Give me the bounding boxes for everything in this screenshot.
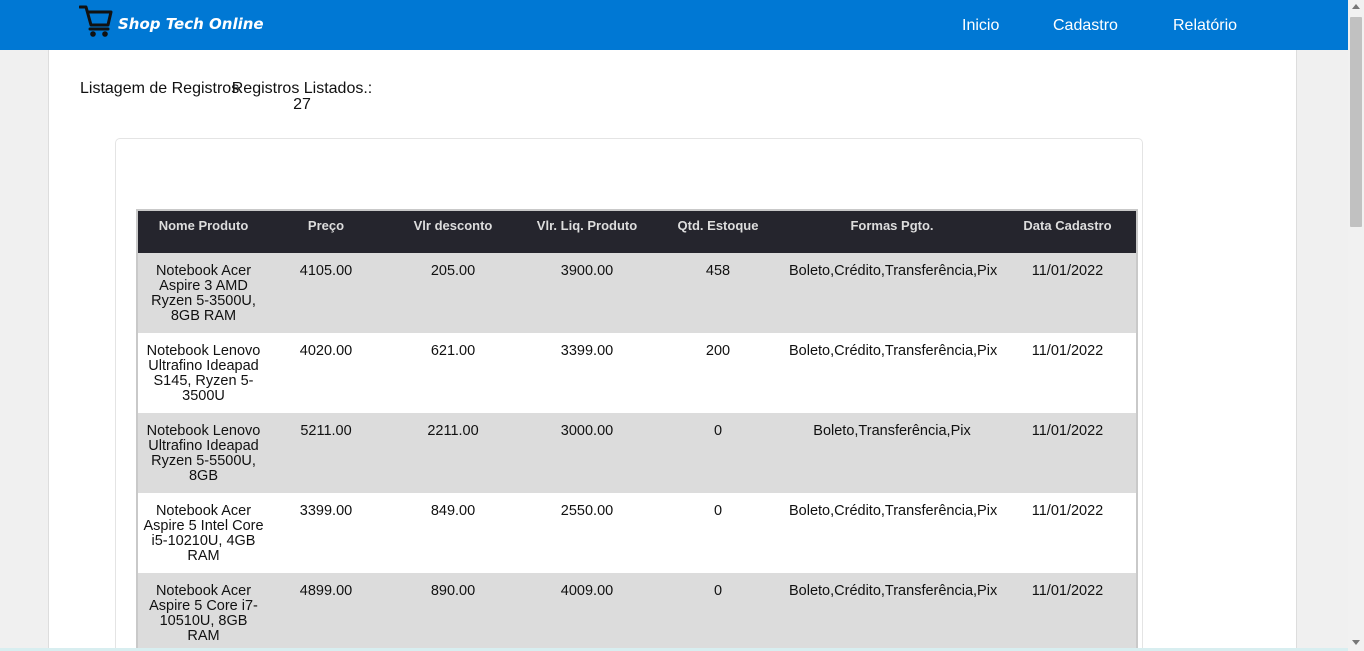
cell-nome-produto: Notebook Lenovo Ultrafino Ideapad Ryzen …: [137, 413, 269, 493]
col-header-preco: Preço: [269, 210, 383, 253]
vertical-scrollbar[interactable]: [1348, 0, 1364, 651]
cell-preco: 3399.00: [269, 493, 383, 573]
record-count-value: 27: [293, 96, 311, 113]
cell-formas-pgto: Boleto,Crédito,Transferência,Pix: [785, 333, 999, 413]
cell-vlr-liq: 3399.00: [523, 333, 651, 413]
cell-nome-produto: Notebook Acer Aspire 5 Intel Core i5-102…: [137, 493, 269, 573]
cell-vlr-desconto: 621.00: [383, 333, 523, 413]
cell-preco: 4105.00: [269, 253, 383, 333]
records-table: Nome Produto Preço Vlr desconto Vlr. Liq…: [136, 209, 1138, 651]
cell-formas-pgto: Boleto,Crédito,Transferência,Pix: [785, 253, 999, 333]
cell-nome-produto: Notebook Acer Aspire 5 Core i7-10510U, 8…: [137, 573, 269, 651]
scrollbar-thumb[interactable]: [1350, 17, 1362, 227]
cell-formas-pgto: Boleto,Crédito,Transferência,Pix: [785, 493, 999, 573]
scroll-up-arrow-icon[interactable]: [1352, 4, 1360, 9]
cell-preco: 5211.00: [269, 413, 383, 493]
cell-data-cadastro: 11/01/2022: [999, 493, 1137, 573]
brand[interactable]: Shop Tech Online: [79, 3, 264, 39]
cell-vlr-liq: 2550.00: [523, 493, 651, 573]
cell-qtd-estoque: 0: [651, 493, 785, 573]
cell-qtd-estoque: 200: [651, 333, 785, 413]
nav-cadastro[interactable]: Cadastro: [1053, 17, 1118, 35]
cell-data-cadastro: 11/01/2022: [999, 413, 1137, 493]
cell-vlr-desconto: 2211.00: [383, 413, 523, 493]
cell-vlr-desconto: 205.00: [383, 253, 523, 333]
shopping-cart-icon: [79, 5, 113, 37]
nav-relatorio[interactable]: Relatório: [1173, 17, 1237, 35]
main-container: Listagem de Registros Registros Listados…: [48, 50, 1297, 651]
col-header-vlr-desconto: Vlr desconto: [383, 210, 523, 253]
cell-qtd-estoque: 0: [651, 413, 785, 493]
col-header-data-cadastro: Data Cadastro: [999, 210, 1137, 253]
table-row: Notebook Acer Aspire 5 Core i7-10510U, 8…: [137, 573, 1137, 651]
table-row: Notebook Acer Aspire 3 AMD Ryzen 5-3500U…: [137, 253, 1137, 333]
page-title: Listagem de Registros: [80, 80, 240, 97]
cell-data-cadastro: 11/01/2022: [999, 253, 1137, 333]
top-navbar: Shop Tech Online Inicio Cadastro Relatór…: [0, 0, 1348, 50]
cell-vlr-liq: 3000.00: [523, 413, 651, 493]
cell-formas-pgto: Boleto,Crédito,Transferência,Pix: [785, 573, 999, 651]
record-count: Registros Listados.: 27: [225, 81, 379, 113]
cell-preco: 4899.00: [269, 573, 383, 651]
brand-name: Shop Tech Online: [118, 15, 264, 33]
cell-formas-pgto: Boleto,Transferência,Pix: [785, 413, 999, 493]
table-row: Notebook Lenovo Ultrafino Ideapad Ryzen …: [137, 413, 1137, 493]
col-header-vlr-liq-produto: Vlr. Liq. Produto: [523, 210, 651, 253]
cell-preco: 4020.00: [269, 333, 383, 413]
cell-nome-produto: Notebook Acer Aspire 3 AMD Ryzen 5-3500U…: [137, 253, 269, 333]
record-count-label: Registros Listados.:: [231, 80, 373, 97]
cell-qtd-estoque: 458: [651, 253, 785, 333]
table-row: Notebook Lenovo Ultrafino Ideapad S145, …: [137, 333, 1137, 413]
cell-vlr-liq: 3900.00: [523, 253, 651, 333]
scroll-down-arrow-icon[interactable]: [1352, 640, 1360, 645]
cell-qtd-estoque: 0: [651, 573, 785, 651]
cell-nome-produto: Notebook Lenovo Ultrafino Ideapad S145, …: [137, 333, 269, 413]
col-header-qtd-estoque: Qtd. Estoque: [651, 210, 785, 253]
cell-vlr-liq: 4009.00: [523, 573, 651, 651]
col-header-formas-pgto: Formas Pgto.: [785, 210, 999, 253]
table-row: Notebook Acer Aspire 5 Intel Core i5-102…: [137, 493, 1137, 573]
table-header-row: Nome Produto Preço Vlr desconto Vlr. Liq…: [137, 210, 1137, 253]
cell-data-cadastro: 11/01/2022: [999, 573, 1137, 651]
nav-inicio[interactable]: Inicio: [962, 17, 999, 35]
cell-vlr-desconto: 890.00: [383, 573, 523, 651]
cell-vlr-desconto: 849.00: [383, 493, 523, 573]
cell-data-cadastro: 11/01/2022: [999, 333, 1137, 413]
col-header-nome-produto: Nome Produto: [137, 210, 269, 253]
